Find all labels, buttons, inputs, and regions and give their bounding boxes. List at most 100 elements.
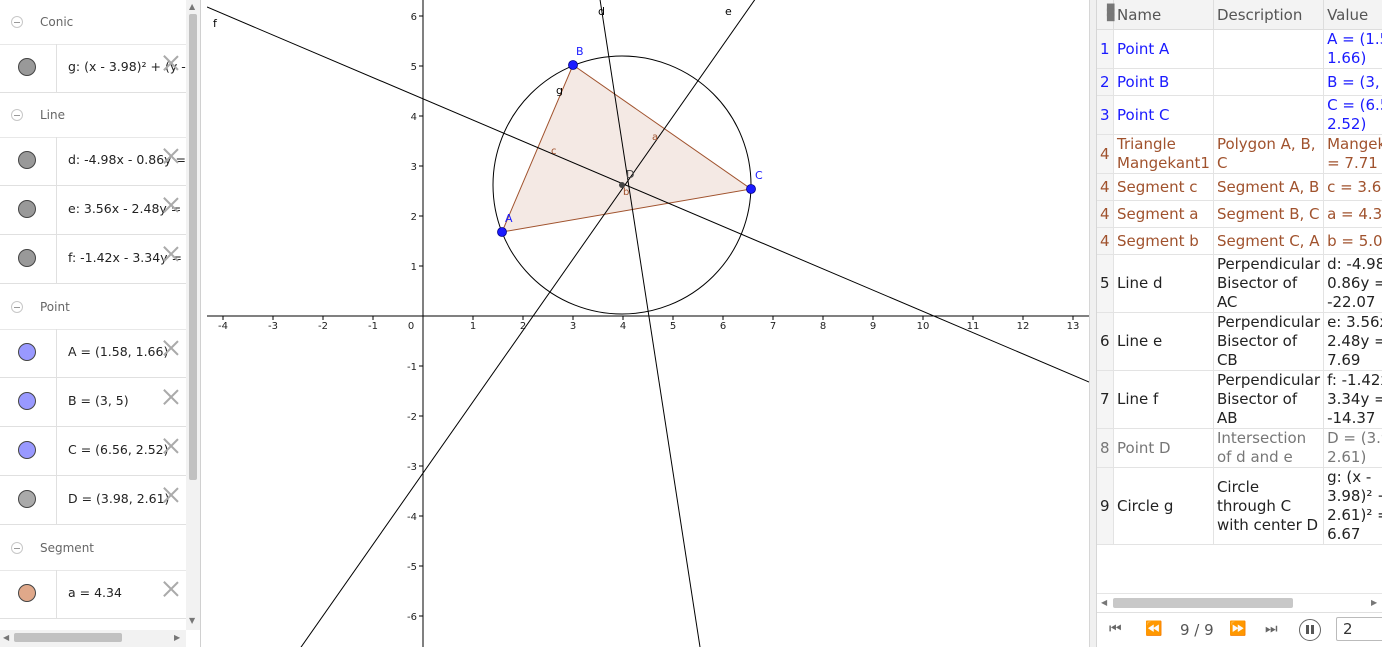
category-conic[interactable]: Conic (0, 0, 186, 45)
protocol-cell-value: C = (6.56, 2.52) (1323, 95, 1382, 135)
y-tick-label: 2 (411, 212, 417, 223)
delete-icon[interactable] (162, 437, 180, 455)
scrollbar-thumb[interactable] (1113, 598, 1293, 608)
protocol-row[interactable]: 4Segment aSegment B, Ca = 4.34 (1097, 200, 1382, 228)
line-f[interactable] (207, 6, 1089, 383)
visibility-toggle[interactable] (0, 427, 57, 475)
visibility-toggle[interactable] (0, 476, 57, 524)
algebra-item-d[interactable]: d: -4.98x - 0.86y = -22.07 (0, 137, 186, 186)
x-tick-label: -1 (368, 321, 378, 332)
algebra-item-e[interactable]: e: 3.56x - 2.48y = 7.69 (0, 186, 186, 235)
column-menu-icon[interactable]: ■ ■ ■ (1106, 3, 1115, 23)
protocol-cell-no: 4 (1097, 134, 1114, 174)
protocol-row[interactable]: 4Segment bSegment C, Ab = 5.05 (1097, 227, 1382, 255)
object-color-dot-icon[interactable] (18, 490, 36, 508)
first-step-icon[interactable]: ⏮ (1109, 621, 1122, 637)
panel-divider[interactable] (1089, 0, 1097, 647)
x-tick-label: 13 (1067, 321, 1080, 332)
protocol-row[interactable]: 5 Line d Perpendicular Bisector of AC d: -4… (1097, 254, 1382, 313)
protocol-row[interactable]: 4 Triangle Mangekant1 Polygon A, B, C Mange… (1097, 134, 1382, 174)
object-color-dot-icon[interactable] (18, 200, 36, 218)
protocol-row[interactable]: 9 Circle g Circle through C with center Dg… (1097, 467, 1382, 545)
category-point[interactable]: Point (0, 285, 186, 330)
object-color-dot-icon[interactable] (18, 58, 36, 76)
category-label: Point (40, 300, 70, 314)
object-color-dot-icon[interactable] (18, 249, 36, 267)
speed-input[interactable]: 2 (1336, 617, 1382, 641)
visibility-toggle[interactable] (0, 137, 57, 185)
scroll-left-icon[interactable]: ◀ (3, 633, 9, 642)
x-tick-label: 0 (408, 321, 414, 332)
algebra-item-A[interactable]: A = (1.58, 1.66) (0, 329, 186, 378)
scroll-down-icon[interactable]: ▼ (189, 616, 195, 625)
algebra-item-B[interactable]: B = (3, 5) (0, 378, 186, 427)
visibility-toggle[interactable] (0, 186, 57, 234)
scrollbar-thumb[interactable] (189, 14, 197, 480)
protocol-row[interactable]: 8Point DIntersection of d and eD = (3.98… (1097, 428, 1382, 468)
collapse-icon[interactable] (11, 301, 23, 313)
algebra-vertical-scrollbar[interactable]: ▲ ▼ (186, 0, 200, 630)
protocol-cell-value: B = (3, 5) (1323, 68, 1382, 96)
graphics-view[interactable]: -4 -3 -2 -1 0 1 2 3 4 5 6 7 8 9 10 11 12 13 654321-1-2-3-… (207, 0, 1089, 647)
collapse-icon[interactable] (11, 109, 23, 121)
scrollbar-thumb[interactable] (14, 633, 122, 642)
object-color-dot-icon[interactable] (18, 151, 36, 169)
delete-icon[interactable] (162, 339, 180, 357)
visibility-toggle[interactable] (0, 570, 57, 618)
delete-icon[interactable] (162, 196, 180, 214)
object-color-dot-icon[interactable] (18, 343, 36, 361)
delete-icon[interactable] (162, 486, 180, 504)
visibility-toggle[interactable] (0, 329, 57, 377)
delete-icon[interactable] (162, 580, 180, 598)
delete-icon[interactable] (162, 245, 180, 263)
point-A[interactable] (497, 227, 507, 237)
header-name[interactable]: Name (1113, 0, 1214, 30)
algebra-horizontal-scrollbar[interactable]: ◀ ▶ (0, 630, 186, 647)
y-tick-label: 3 (411, 162, 417, 173)
scroll-right-icon[interactable]: ▶ (1371, 598, 1377, 607)
protocol-row[interactable]: 3Point C C = (6.56, 2.52) (1097, 95, 1382, 135)
scroll-right-icon[interactable]: ▶ (174, 633, 180, 642)
point-B[interactable] (568, 60, 578, 70)
label-D: D (626, 168, 634, 181)
algebra-item-g[interactable]: g: (x - 3.98)² + (y - 2.61)² = 6.67 (0, 44, 186, 93)
category-segment[interactable]: Segment (0, 526, 186, 571)
visibility-toggle[interactable] (0, 378, 57, 426)
algebra-item-D[interactable]: D = (3.98, 2.61) (0, 476, 186, 525)
scroll-left-icon[interactable]: ◀ (1101, 598, 1107, 607)
protocol-cell-no: 2 (1097, 68, 1114, 96)
protocol-row[interactable]: 1Point A A = (1.58, 1.66) (1097, 29, 1382, 69)
header-description[interactable]: Description (1213, 0, 1325, 30)
collapse-icon[interactable] (11, 16, 23, 28)
delete-icon[interactable] (162, 54, 180, 72)
y-tick-label: -1 (407, 362, 417, 373)
visibility-toggle[interactable] (0, 235, 57, 283)
last-step-icon[interactable]: ⏭ (1265, 621, 1278, 637)
algebra-item-a[interactable]: a = 4.34 (0, 570, 186, 619)
category-line[interactable]: Line (0, 93, 186, 138)
protocol-cell-name: Circle g (1113, 467, 1214, 545)
object-color-dot-icon[interactable] (18, 392, 36, 410)
scroll-up-icon[interactable]: ▲ (189, 2, 195, 11)
algebra-item-C[interactable]: C = (6.56, 2.52) (0, 427, 186, 476)
delete-icon[interactable] (162, 388, 180, 406)
step-counter: 9 / 9 (1180, 621, 1214, 639)
object-color-dot-icon[interactable] (18, 441, 36, 459)
x-tick-label: 6 (720, 321, 726, 332)
protocol-row[interactable]: 4Segment cSegment A, Bc = 3.63 (1097, 173, 1382, 201)
protocol-horizontal-scrollbar[interactable]: ◀ ▶ (1097, 593, 1382, 612)
visibility-toggle[interactable] (0, 44, 57, 92)
object-color-dot-icon[interactable] (18, 584, 36, 602)
column-menu-header[interactable]: ■ ■ ■ (1097, 0, 1115, 30)
algebra-item-f[interactable]: f: -1.42x - 3.34y = -14.37 (0, 235, 186, 284)
collapse-icon[interactable] (11, 542, 23, 554)
protocol-row[interactable]: 2Point B B = (3, 5) (1097, 68, 1382, 96)
delete-icon[interactable] (162, 147, 180, 165)
protocol-row[interactable]: 7 Line f Perpendicular Bisector of AB f: -1… (1097, 370, 1382, 429)
header-value[interactable]: Value (1323, 0, 1382, 30)
protocol-row[interactable]: 6 Line e Perpendicular Bisector of CB e: 3.… (1097, 312, 1382, 371)
point-C[interactable] (746, 184, 756, 194)
pause-icon[interactable] (1299, 619, 1321, 641)
previous-step-icon[interactable]: ⏪ (1145, 621, 1162, 637)
next-step-icon[interactable]: ⏩ (1229, 621, 1246, 637)
